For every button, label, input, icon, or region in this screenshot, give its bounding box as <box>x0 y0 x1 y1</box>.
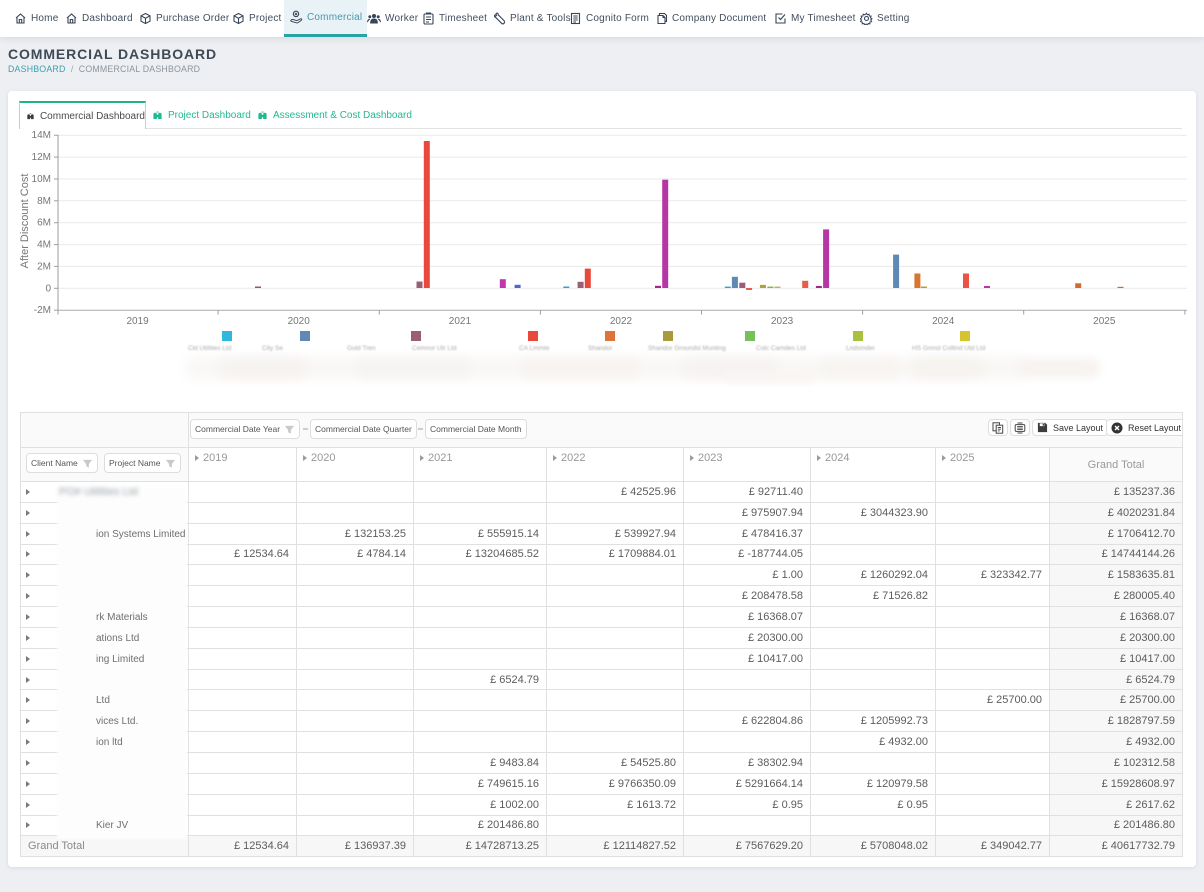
svg-text:6M: 6M <box>37 218 51 229</box>
svg-text:HS Gnmd Colltnd Utd Ltd: HS Gnmd Colltnd Utd Ltd <box>912 345 986 352</box>
svg-text:8M: 8M <box>37 196 51 207</box>
svg-text:4M: 4M <box>37 240 51 251</box>
svg-text:Colc Camdes Ltd: Colc Camdes Ltd <box>756 345 806 352</box>
svg-text:14M: 14M <box>32 130 51 141</box>
svg-text:City Se: City Se <box>262 345 283 352</box>
svg-text:Lndsmder: Lndsmder <box>846 345 876 352</box>
svg-text:12M: 12M <box>32 152 51 163</box>
svg-text:10M: 10M <box>32 174 51 185</box>
svg-text:2019: 2019 <box>126 316 149 327</box>
svg-text:2024: 2024 <box>932 316 955 327</box>
svg-text:Shandor: Shandor <box>588 345 613 352</box>
svg-text:2022: 2022 <box>610 316 633 327</box>
svg-text:2025: 2025 <box>1093 316 1116 327</box>
svg-text:0: 0 <box>45 283 51 294</box>
svg-text:-2M: -2M <box>34 305 51 316</box>
svg-text:2021: 2021 <box>449 316 472 327</box>
svg-text:2023: 2023 <box>771 316 794 327</box>
svg-text:Shandor Groundsl Munting: Shandor Groundsl Munting <box>648 345 726 352</box>
svg-text:CA Lmmte: CA Lmmte <box>519 345 550 352</box>
svg-text:Cemnor Utr Ltd: Cemnor Utr Ltd <box>412 345 457 352</box>
svg-text:2M: 2M <box>37 261 51 272</box>
svg-text:Gold Tren: Gold Tren <box>347 345 376 352</box>
svg-text:Cld Utilities Ltd: Cld Utilities Ltd <box>188 345 232 352</box>
svg-text:2020: 2020 <box>288 316 311 327</box>
svg-text:After Discount Cost: After Discount Cost <box>19 174 31 269</box>
